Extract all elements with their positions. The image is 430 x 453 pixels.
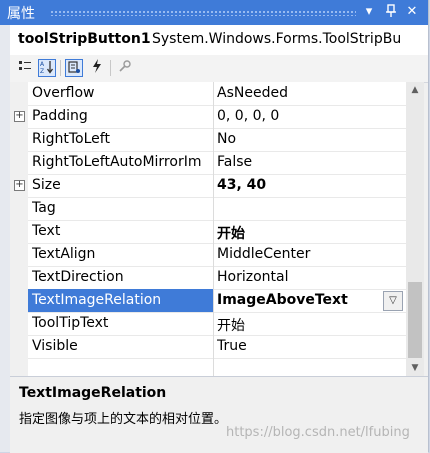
property-row[interactable]: + Size 43, 40 bbox=[10, 174, 406, 198]
property-row-selected[interactable]: TextImageRelation ImageAboveText ▽ bbox=[10, 289, 406, 313]
title-grip bbox=[50, 10, 356, 16]
column-divider bbox=[213, 82, 214, 105]
column-divider bbox=[213, 312, 214, 335]
column-divider bbox=[213, 266, 214, 289]
property-name: Padding bbox=[32, 108, 88, 124]
row-gutter bbox=[10, 289, 28, 312]
row-gutter bbox=[10, 243, 28, 266]
scroll-down-icon[interactable]: ▼ bbox=[406, 360, 424, 376]
properties-icon[interactable] bbox=[65, 59, 83, 77]
alphabetical-icon[interactable]: AZ bbox=[38, 59, 56, 77]
property-row[interactable]: Text 开始 bbox=[10, 220, 406, 244]
svg-text:A: A bbox=[40, 61, 45, 68]
column-divider bbox=[213, 358, 214, 376]
row-gutter bbox=[10, 358, 28, 376]
pin-icon[interactable] bbox=[383, 4, 399, 20]
row-gutter bbox=[10, 151, 28, 174]
property-row[interactable]: Visible True bbox=[10, 335, 406, 359]
column-divider bbox=[213, 105, 214, 128]
property-value[interactable]: AsNeeded bbox=[217, 85, 382, 101]
property-name: ToolTipText bbox=[32, 315, 109, 331]
empty-row bbox=[10, 358, 406, 376]
property-row[interactable]: Overflow AsNeeded bbox=[10, 82, 406, 106]
column-divider bbox=[213, 289, 214, 312]
property-name: Overflow bbox=[32, 85, 95, 101]
scroll-up-icon[interactable]: ▲ bbox=[406, 82, 424, 98]
property-name: TextImageRelation bbox=[28, 289, 213, 312]
property-name: TextDirection bbox=[32, 269, 124, 285]
property-row[interactable]: Tag bbox=[10, 197, 406, 221]
property-name: Size bbox=[32, 177, 61, 193]
close-icon[interactable]: ✕ bbox=[404, 4, 420, 20]
property-row[interactable]: RightToLeft No bbox=[10, 128, 406, 152]
svg-text:Z: Z bbox=[40, 68, 44, 74]
left-edge bbox=[0, 25, 10, 452]
window-title: 属性 bbox=[7, 6, 35, 22]
column-divider bbox=[213, 220, 214, 243]
property-name: RightToLeftAutoMirrorIm bbox=[32, 154, 202, 170]
property-name: RightToLeft bbox=[32, 131, 110, 147]
properties-window: 属性 ▾ ✕ toolStripButton1 System.Windows.F… bbox=[0, 0, 429, 453]
property-row[interactable]: TextDirection Horizontal bbox=[10, 266, 406, 290]
chevron-down-icon[interactable]: ▽ bbox=[383, 291, 403, 311]
property-name: Tag bbox=[32, 200, 56, 216]
toolbar-separator bbox=[60, 60, 61, 76]
properties-toolbar: AZ bbox=[10, 55, 428, 83]
column-divider bbox=[213, 197, 214, 220]
vertical-scrollbar[interactable]: ▲ ▼ bbox=[406, 82, 424, 376]
property-name: TextAlign bbox=[32, 246, 96, 262]
window-position-dropdown-icon[interactable]: ▾ bbox=[361, 4, 377, 20]
row-gutter bbox=[10, 266, 28, 289]
property-row[interactable]: ToolTipText 开始 bbox=[10, 312, 406, 336]
watermark: https://blog.csdn.net/lfubing bbox=[226, 425, 410, 440]
property-value[interactable]: False bbox=[217, 154, 382, 170]
row-gutter bbox=[10, 197, 28, 220]
categorized-icon[interactable] bbox=[16, 59, 34, 77]
description-title: TextImageRelation bbox=[19, 385, 167, 401]
property-value[interactable]: No bbox=[217, 131, 382, 147]
property-value[interactable]: 开始 bbox=[217, 315, 382, 335]
property-value[interactable]: 43, 40 bbox=[217, 177, 382, 193]
expand-icon[interactable]: + bbox=[14, 180, 25, 191]
toolbar-separator bbox=[110, 60, 111, 76]
object-name: toolStripButton1 bbox=[18, 31, 151, 47]
expand-icon[interactable]: + bbox=[14, 111, 25, 122]
property-value[interactable]: 0, 0, 0, 0 bbox=[217, 108, 382, 124]
description-panel: TextImageRelation 指定图像与项上的文本的相对位置。 bbox=[10, 376, 428, 453]
property-value[interactable]: Horizontal bbox=[217, 269, 382, 285]
description-text: 指定图像与项上的文本的相对位置。 bbox=[19, 412, 228, 427]
property-row[interactable]: TextAlign MiddleCenter bbox=[10, 243, 406, 267]
column-divider bbox=[213, 335, 214, 358]
scroll-thumb[interactable] bbox=[408, 282, 422, 358]
row-gutter bbox=[10, 128, 28, 151]
property-value[interactable]: ImageAboveText bbox=[217, 292, 382, 308]
property-grid: Overflow AsNeeded + Padding 0, 0, 0, 0 R… bbox=[10, 82, 406, 376]
object-type: System.Windows.Forms.ToolStripBu bbox=[152, 31, 402, 47]
row-gutter bbox=[10, 82, 28, 105]
row-gutter bbox=[10, 220, 28, 243]
property-name: Visible bbox=[32, 338, 78, 354]
events-icon[interactable] bbox=[88, 59, 106, 77]
column-divider bbox=[213, 128, 214, 151]
property-value[interactable]: MiddleCenter bbox=[217, 246, 382, 262]
property-value[interactable]: 开始 bbox=[217, 223, 382, 243]
property-name: Text bbox=[32, 223, 61, 239]
column-divider bbox=[213, 243, 214, 266]
object-selector[interactable]: toolStripButton1 System.Windows.Forms.To… bbox=[10, 25, 428, 56]
property-row[interactable]: + Padding 0, 0, 0, 0 bbox=[10, 105, 406, 129]
property-value[interactable]: True bbox=[217, 338, 382, 354]
property-pages-icon[interactable] bbox=[116, 59, 134, 77]
row-gutter bbox=[10, 335, 28, 358]
column-divider bbox=[213, 151, 214, 174]
property-row[interactable]: RightToLeftAutoMirrorIm False bbox=[10, 151, 406, 175]
column-divider bbox=[213, 174, 214, 197]
row-gutter bbox=[10, 312, 28, 335]
title-bar[interactable]: 属性 ▾ ✕ bbox=[0, 0, 428, 25]
